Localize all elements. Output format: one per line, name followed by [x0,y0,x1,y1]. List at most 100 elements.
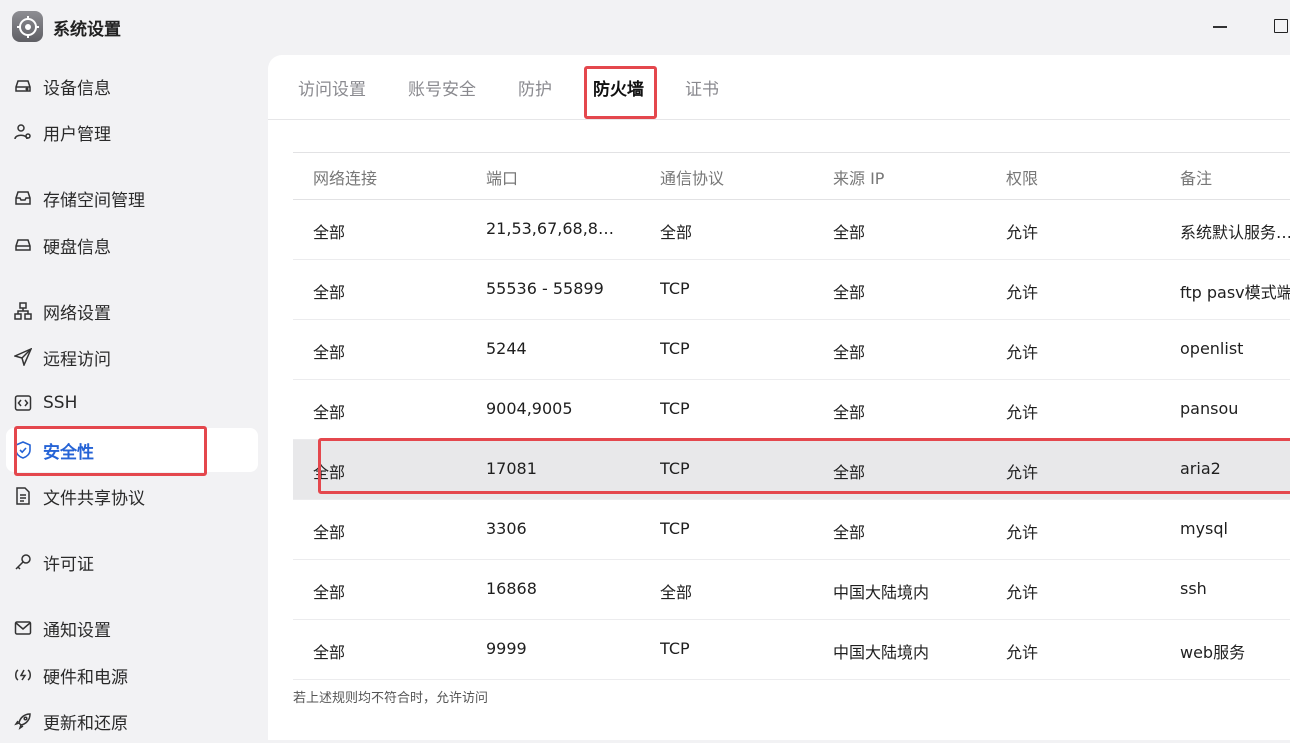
table-body: 全部 21,53,67,68,8… 全部 全部 允许 系统默认服务… 全部 55536 - 5… [293,200,1290,680]
table-cell: 允许 [1006,403,1039,422]
active-tab-indicator [588,116,651,119]
table-cell: TCP [660,399,690,418]
table-cell: 全部 [833,523,866,542]
sidebar-item-label: SSH [43,393,78,413]
table-cell: 3306 [486,519,527,538]
table-cell: 允许 [1006,223,1039,242]
table-cell: 允许 [1006,343,1039,362]
table-row[interactable]: 全部 3306 TCP 全部 允许 mysql [293,500,1290,560]
table-cell: 全部 [833,403,866,422]
maximize-icon[interactable] [1274,19,1288,33]
tab-firewall[interactable]: 防火墙 [593,75,644,100]
table-cell: 中国大陆境内 [833,643,930,662]
table-cell: TCP [660,519,690,538]
table-cell: 允许 [1006,523,1039,542]
table-cell: TCP [660,279,690,298]
table-cell: 9004,9005 [486,399,573,418]
sidebar-item-file-sharing[interactable]: 文件共享协议 [6,474,258,518]
sidebar-item-label: 远程访问 [43,349,111,370]
sidebar-item-remote-access[interactable]: 远程访问 [6,335,258,379]
sidebar-item-disks[interactable]: 硬盘信息 [6,223,258,267]
table-cell: 16868 [486,579,537,598]
column-header: 端口 [486,169,519,188]
user-gear-icon [13,122,33,142]
tab-bar: 访问设置 账号安全 防护 防火墙 证书 [268,55,1290,120]
table-cell: 全部 [833,463,866,482]
sidebar-item-hardware-power[interactable]: 硬件和电源 [6,653,258,697]
sidebar-item-storage[interactable]: 存储空间管理 [6,176,258,220]
sidebar-item-label: 安全性 [43,442,94,463]
table-cell: TCP [660,339,690,358]
table-cell: web服务 [1180,643,1246,662]
table-cell: 中国大陆境内 [833,583,930,602]
table-cell: 17081 [486,459,537,478]
table-cell: 系统默认服务… [1180,223,1290,242]
table-cell: 全部 [660,223,693,242]
table-cell: 全部 [313,643,346,662]
content-panel: 访问设置 账号安全 防护 防火墙 证书 网络连接 端口 通信协议 来源 IP 权… [268,55,1290,740]
table-cell: 全部 [313,283,346,302]
table-cell: 全部 [833,283,866,302]
column-header: 通信协议 [660,169,725,188]
table-row[interactable]: 全部 9004,9005 TCP 全部 允许 pansou [293,380,1290,440]
firewall-rules-table: 网络连接 端口 通信协议 来源 IP 权限 备注 全部 21,53,67,68,8… [293,152,1290,680]
sidebar-item-label: 网络设置 [43,303,111,324]
sidebar-item-label: 通知设置 [43,620,111,641]
sidebar-item-device-info[interactable]: 设备信息 [6,64,258,108]
sidebar-item-label: 硬盘信息 [43,237,111,258]
sidebar-item-update-restore[interactable]: 更新和还原 [6,699,258,743]
title-bar: 系统设置 [0,0,1290,54]
shield-check-icon [13,440,33,460]
table-cell: 全部 [313,463,346,482]
table-cell: pansou [1180,399,1239,418]
table-row[interactable]: 全部 21,53,67,68,8… 全部 全部 允许 系统默认服务… [293,200,1290,260]
sidebar-item-users[interactable]: 用户管理 [6,110,258,154]
table-cell: 全部 [313,223,346,242]
sidebar-item-label: 设备信息 [43,78,111,99]
table-cell: 允许 [1006,643,1039,662]
minimize-icon[interactable] [1213,26,1227,28]
table-cell: 允许 [1006,283,1039,302]
table-cell: aria2 [1180,459,1221,478]
disk-icon [13,235,33,255]
sidebar-item-license[interactable]: 许可证 [6,540,258,584]
sidebar-item-label: 许可证 [43,554,94,575]
network-icon [13,301,33,321]
table-cell: 全部 [833,343,866,362]
table-cell: 全部 [313,403,346,422]
sidebar: 设备信息 用户管理 存储空间管理 硬盘信息 网络设置 远程访问 SSH 安全性 … [0,62,268,740]
table-row[interactable]: 全部 55536 - 55899 TCP 全部 允许 ftp pasv模式端 [293,260,1290,320]
tab-access-settings[interactable]: 访问设置 [298,75,366,100]
table-row[interactable]: 全部 9999 TCP 中国大陆境内 允许 web服务 [293,620,1290,680]
key-icon [13,552,33,572]
table-cell: 9999 [486,639,527,658]
table-cell: TCP [660,459,690,478]
sidebar-item-label: 硬件和电源 [43,667,128,688]
sidebar-item-notifications[interactable]: 通知设置 [6,606,258,650]
sidebar-item-label: 存储空间管理 [43,190,145,211]
column-header: 来源 IP [833,169,885,188]
column-header: 权限 [1006,169,1039,188]
drive-icon [13,76,33,96]
sidebar-item-network[interactable]: 网络设置 [6,289,258,333]
table-cell: 5244 [486,339,527,358]
mail-icon [13,618,33,638]
table-cell: TCP [660,639,690,658]
table-cell: ssh [1180,579,1207,598]
power-icon [13,665,33,685]
sidebar-item-ssh[interactable]: SSH [6,381,258,425]
table-row[interactable]: 全部 17081 TCP 全部 允许 aria2 [293,440,1290,500]
table-cell: 允许 [1006,583,1039,602]
table-row[interactable]: 全部 16868 全部 中国大陆境内 允许 ssh [293,560,1290,620]
table-row[interactable]: 全部 5244 TCP 全部 允许 openlist [293,320,1290,380]
table-cell: 21,53,67,68,8… [486,219,614,238]
sidebar-item-security[interactable]: 安全性 [6,428,258,472]
column-header: 网络连接 [313,169,378,188]
table-cell: ftp pasv模式端 [1180,283,1290,302]
tab-account-security[interactable]: 账号安全 [408,75,476,100]
table-cell: 允许 [1006,463,1039,482]
tab-certificate[interactable]: 证书 [685,75,719,100]
send-icon [13,347,33,367]
tab-protection[interactable]: 防护 [518,75,552,100]
rocket-icon [13,711,33,731]
